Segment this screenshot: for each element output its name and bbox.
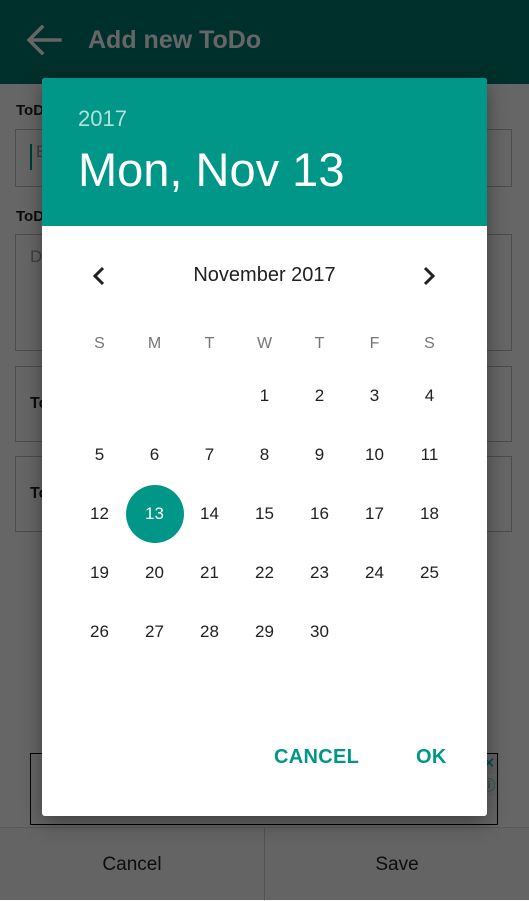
day-number: 21 — [200, 562, 219, 582]
day-cell[interactable]: 23 — [292, 543, 347, 602]
day-cell[interactable]: 22 — [237, 543, 292, 602]
day-cell[interactable]: 6 — [127, 426, 182, 485]
weekday-label: F — [369, 335, 380, 352]
day-cell[interactable]: 7 — [182, 426, 237, 485]
calendar-week: 1 2 3 4 — [72, 367, 457, 426]
weekday-label: T — [204, 335, 215, 352]
day-number: 17 — [365, 503, 384, 523]
day-number: 11 — [420, 445, 439, 465]
weekday-label: S — [94, 335, 105, 352]
day-number: 14 — [200, 503, 219, 523]
day-number: 7 — [204, 445, 215, 465]
day-cell[interactable]: 24 — [347, 543, 402, 602]
weekday-label: S — [424, 335, 435, 352]
day-cell[interactable]: 1 — [237, 367, 292, 426]
day-cell[interactable]: 3 — [347, 367, 402, 426]
day-selected[interactable]: 13 — [125, 484, 184, 544]
day-cell[interactable]: 26 — [72, 602, 127, 661]
empty-day — [72, 367, 127, 426]
day-number: 3 — [369, 386, 380, 406]
day-number: 29 — [255, 621, 274, 641]
day-number: 18 — [420, 503, 439, 523]
day-cell[interactable]: 30 — [292, 602, 347, 661]
day-cell[interactable]: 12 — [72, 485, 127, 544]
weekday-label: M — [147, 335, 162, 352]
day-number: 28 — [200, 621, 219, 641]
empty-day — [347, 602, 402, 661]
day-cell[interactable]: 9 — [292, 426, 347, 485]
day-cell[interactable]: 29 — [237, 602, 292, 661]
month-navigation: November 2017 — [42, 258, 487, 294]
day-number: 13 — [145, 503, 164, 523]
empty-day — [127, 367, 182, 426]
day-cell[interactable]: 25 — [402, 543, 457, 602]
calendar-weeks: 1 2 3 4 5 6 7 8 9 10 11 12 13 14 15 16 17 18 19 20 21 22 23 24 2… — [72, 367, 457, 661]
day-number: 27 — [145, 621, 164, 641]
calendar-grid: SMTWTFS 1 2 3 4 5 6 7 8 9 10 11 12 13 14 15 16 17 18 19 20 2… — [72, 326, 457, 661]
day-number: 20 — [145, 562, 164, 582]
day-number: 23 — [310, 562, 329, 582]
weekday-label: T — [314, 335, 325, 352]
day-cell[interactable]: 8 — [237, 426, 292, 485]
chevron-right-icon[interactable] — [416, 262, 442, 290]
calendar-week: 19 20 21 22 23 24 25 — [72, 543, 457, 602]
header-year[interactable]: 2017 — [78, 106, 127, 132]
day-cell[interactable]: 19 — [72, 543, 127, 602]
header-date[interactable]: Mon, Nov 13 — [78, 142, 344, 197]
day-cell[interactable]: 11 — [402, 426, 457, 485]
day-cell[interactable]: 4 — [402, 367, 457, 426]
day-cell[interactable]: 16 — [292, 485, 347, 544]
day-cell[interactable]: 2 — [292, 367, 347, 426]
day-number: 16 — [310, 503, 329, 523]
calendar-week: 5 6 7 8 9 10 11 — [72, 426, 457, 485]
day-number: 8 — [259, 445, 270, 465]
calendar-week: 12 13 14 15 16 17 18 — [72, 484, 457, 544]
day-cell[interactable]: 21 — [182, 543, 237, 602]
day-number: 9 — [314, 445, 325, 465]
day-number: 5 — [94, 445, 105, 465]
dialog-actions: CANCEL OK — [42, 738, 487, 778]
day-number: 12 — [90, 503, 109, 523]
dialog-cancel-button[interactable]: CANCEL — [274, 746, 359, 769]
dialog-ok-button[interactable]: OK — [416, 746, 447, 769]
day-number: 26 — [90, 621, 109, 641]
day-number: 2 — [314, 386, 325, 406]
day-cell[interactable]: 14 — [182, 485, 237, 544]
day-cell[interactable]: 27 — [127, 602, 182, 661]
day-number: 25 — [420, 562, 439, 582]
day-number: 19 — [90, 562, 109, 582]
day-number: 10 — [365, 445, 384, 465]
empty-day — [402, 602, 457, 661]
day-cell[interactable]: 15 — [237, 485, 292, 544]
day-number: 22 — [255, 562, 274, 582]
day-number: 6 — [149, 445, 160, 465]
day-number: 24 — [365, 562, 384, 582]
day-cell[interactable]: 20 — [127, 543, 182, 602]
day-number: 15 — [255, 503, 274, 523]
day-cell[interactable]: 17 — [347, 485, 402, 544]
day-cell[interactable]: 5 — [72, 426, 127, 485]
weekday-header: SMTWTFS — [72, 326, 457, 362]
day-number: 4 — [424, 386, 435, 406]
calendar-week: 26 27 28 29 30 — [72, 602, 457, 661]
day-number: 1 — [259, 386, 270, 406]
day-number: 30 — [310, 621, 329, 641]
date-picker-header: 2017 Mon, Nov 13 — [42, 78, 487, 226]
weekday-label: W — [256, 335, 273, 352]
day-cell[interactable]: 10 — [347, 426, 402, 485]
date-picker-dialog: 2017 Mon, Nov 13 November 2017 SMTWTFS 1… — [42, 78, 487, 816]
day-cell[interactable]: 18 — [402, 485, 457, 544]
day-cell[interactable]: 28 — [182, 602, 237, 661]
empty-day — [182, 367, 237, 426]
